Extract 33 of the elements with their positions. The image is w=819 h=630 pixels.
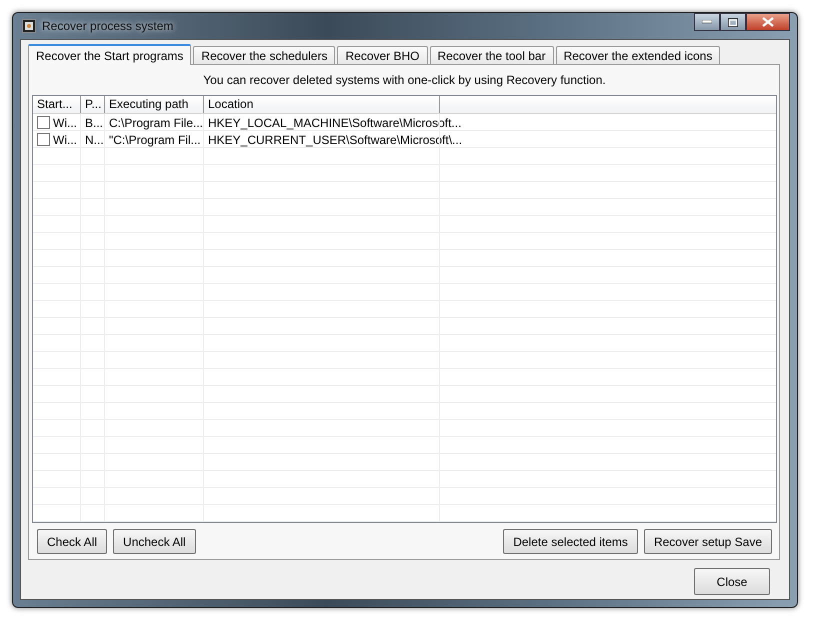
- app-icon: [22, 19, 36, 33]
- tab[interactable]: Recover BHO: [337, 46, 428, 64]
- row-checkbox[interactable]: [37, 116, 50, 129]
- table-cell: "C:\Program Fil...: [109, 132, 201, 146]
- maximize-button[interactable]: [720, 13, 746, 31]
- row-checkbox[interactable]: [37, 133, 50, 146]
- table-cell: Wi...: [53, 132, 77, 146]
- action-button[interactable]: Recover setup Save: [644, 529, 772, 554]
- column-header[interactable]: Location: [204, 96, 440, 113]
- tab[interactable]: Recover the Start programs: [28, 44, 192, 65]
- table-cell: B...: [85, 116, 104, 130]
- action-button[interactable]: Uncheck All: [113, 529, 196, 554]
- tab[interactable]: Recover the schedulers: [193, 46, 336, 64]
- info-text: You can recover deleted systems with one-click by using Recovery function.: [202, 72, 607, 89]
- column-header[interactable]: Executing path: [105, 96, 204, 113]
- close-dialog-button[interactable]: Close: [694, 568, 770, 595]
- table-cell: Wi...: [53, 116, 77, 130]
- tab[interactable]: Recover the extended icons: [556, 46, 720, 64]
- column-header[interactable]: Start...: [33, 96, 81, 113]
- close-icon: [762, 17, 774, 27]
- minimize-icon: [702, 20, 712, 24]
- table-cell: HKEY_CURRENT_USER\Software\Microsoft\...: [208, 132, 462, 146]
- table-cell: N...: [85, 132, 104, 146]
- close-button[interactable]: [746, 13, 790, 31]
- column-header[interactable]: P...: [81, 96, 105, 113]
- minimize-button[interactable]: [694, 13, 720, 31]
- action-button[interactable]: Delete selected items: [503, 529, 638, 554]
- table-cell: HKEY_LOCAL_MACHINE\Software\Microsoft...: [208, 116, 462, 130]
- action-button[interactable]: Check All: [37, 529, 108, 554]
- maximize-icon: [728, 18, 738, 26]
- window-title: Recover process system: [42, 19, 174, 33]
- tab[interactable]: Recover the tool bar: [430, 46, 554, 64]
- table-cell: C:\Program File...: [109, 116, 204, 130]
